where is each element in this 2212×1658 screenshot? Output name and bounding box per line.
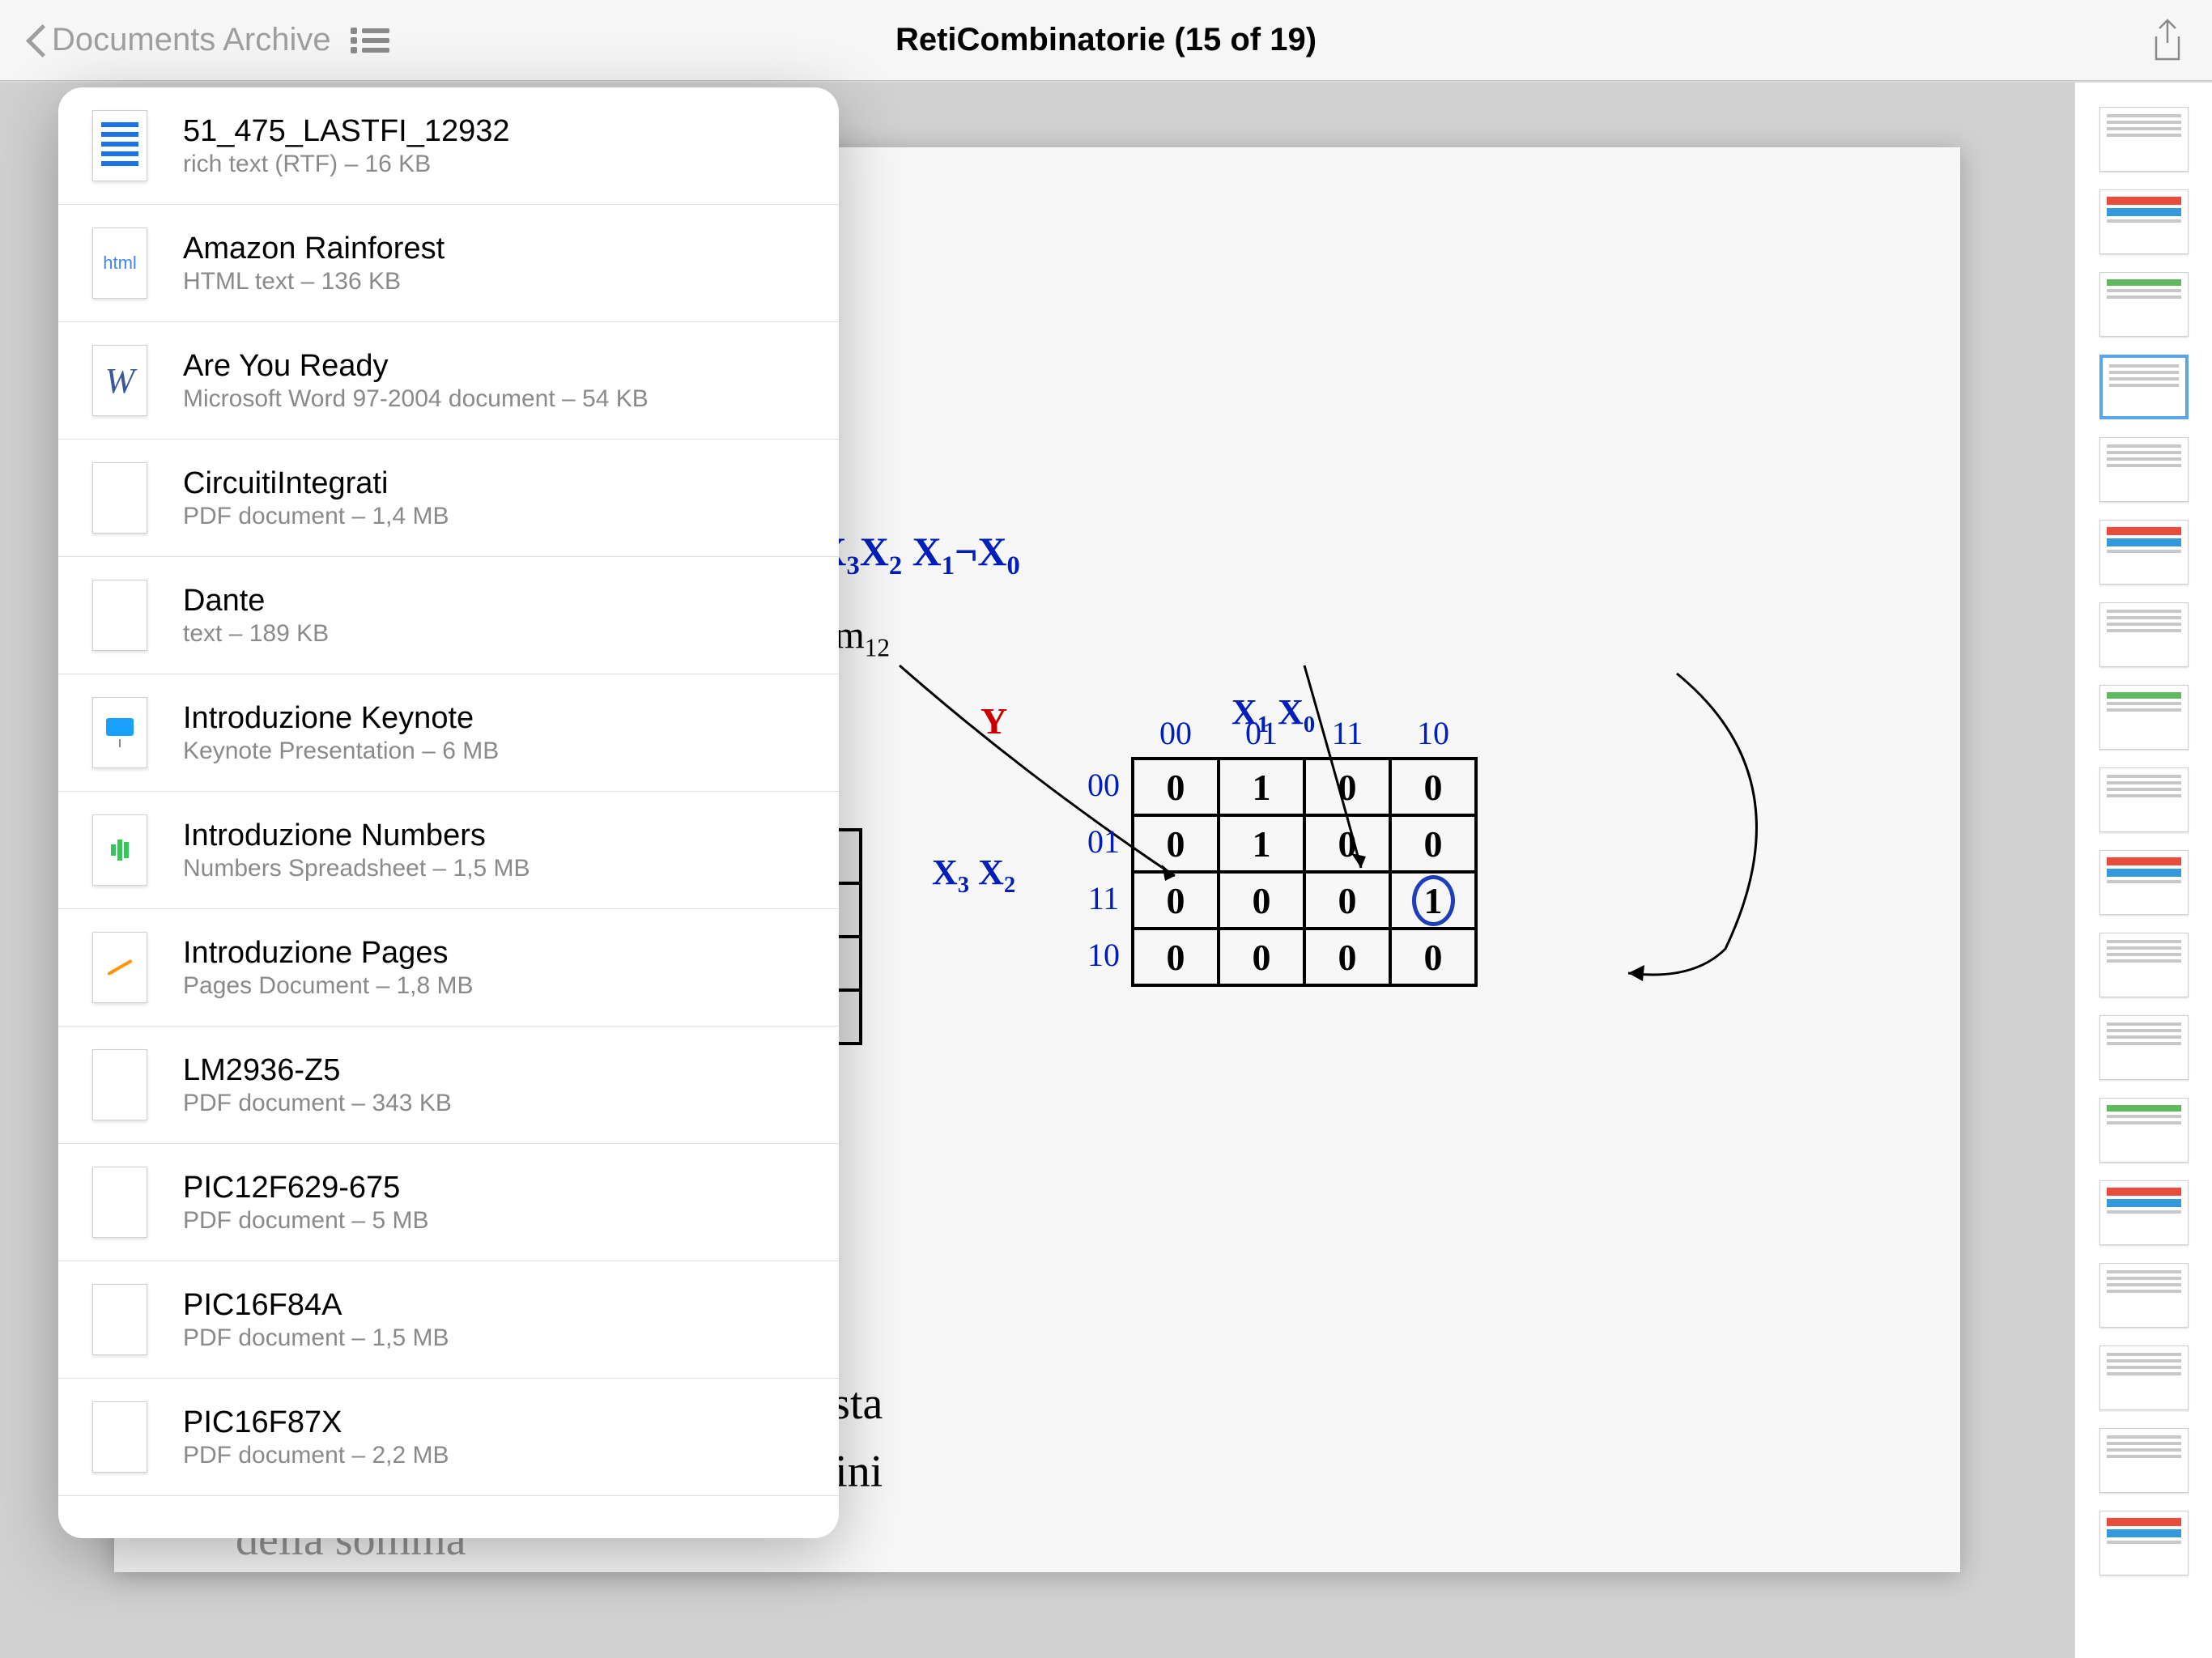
slide-thumb[interactable]: [2099, 1015, 2189, 1080]
file-thumb-icon: [81, 1046, 159, 1124]
file-thumb-icon: html: [81, 224, 159, 302]
slide-thumb[interactable]: [2099, 520, 2189, 585]
file-thumb-icon: [81, 929, 159, 1006]
file-thumb-icon: W: [81, 342, 159, 419]
slide-thumb[interactable]: [2099, 355, 2189, 419]
slide-thumb[interactable]: [2099, 1180, 2189, 1245]
file-subtitle: text – 189 KB: [183, 620, 329, 648]
file-title: CircuitiIntegrati: [183, 466, 449, 501]
file-subtitle: Pages Document – 1,8 MB: [183, 972, 474, 1000]
file-subtitle: Numbers Spreadsheet – 1,5 MB: [183, 855, 530, 882]
file-item[interactable]: Introduzione NumbersNumbers Spreadsheet …: [58, 792, 839, 909]
back-label: Documents Archive: [52, 22, 331, 58]
file-subtitle: rich text (RTF) – 16 KB: [183, 151, 510, 178]
slide-thumb[interactable]: [2099, 1428, 2189, 1493]
file-title: PIC16F84A: [183, 1288, 449, 1323]
kmap-y-label: Y: [981, 699, 1007, 742]
file-thumb-icon: [81, 576, 159, 654]
file-title: 51_475_LASTFI_12932: [183, 114, 510, 149]
file-thumb-icon: [81, 1163, 159, 1241]
slide-thumb[interactable]: [2099, 602, 2189, 667]
file-item[interactable]: CircuitiIntegratiPDF document – 1,4 MB: [58, 440, 839, 557]
file-item[interactable]: W Are You ReadyMicrosoft Word 97-2004 doc…: [58, 322, 839, 440]
file-title: LM2936-Z5: [183, 1053, 452, 1088]
file-subtitle: PDF document – 1,5 MB: [183, 1324, 449, 1352]
file-subtitle: Microsoft Word 97-2004 document – 54 KB: [183, 385, 649, 413]
karnaugh-map: Y X1 X0 X3 X2 00011110000100010100110001…: [1070, 714, 1478, 987]
slide-thumb[interactable]: [2099, 933, 2189, 997]
file-thumb-icon: [81, 1281, 159, 1358]
slide-thumb[interactable]: [2099, 189, 2189, 254]
file-title: Introduzione Numbers: [183, 818, 530, 853]
file-subtitle: PDF document – 1,4 MB: [183, 503, 449, 530]
slide-thumb[interactable]: [2099, 1511, 2189, 1575]
slide-thumb[interactable]: [2099, 767, 2189, 832]
back-button[interactable]: Documents Archive: [24, 21, 331, 60]
slide-thumb[interactable]: [2099, 107, 2189, 172]
toolbar: Documents Archive RetiCombinatorie (15 o…: [0, 0, 2212, 81]
file-title: Are You Ready: [183, 349, 649, 384]
file-subtitle: Keynote Presentation – 6 MB: [183, 738, 499, 765]
file-item[interactable]: Introduzione KeynoteKeynote Presentation…: [58, 674, 839, 792]
file-item[interactable]: PIC12F629-675PDF document – 5 MB: [58, 1144, 839, 1261]
file-title: Dante: [183, 584, 329, 619]
file-subtitle: HTML text – 136 KB: [183, 268, 445, 295]
slide-thumb[interactable]: [2099, 272, 2189, 337]
slide-thumb[interactable]: [2099, 850, 2189, 915]
slide-thumb[interactable]: [2099, 1346, 2189, 1410]
thumbnail-rail[interactable]: [2074, 83, 2212, 1658]
file-title: Amazon Rainforest: [183, 232, 445, 266]
file-subtitle: PDF document – 2,2 MB: [183, 1442, 449, 1469]
file-item[interactable]: Dantetext – 189 KB: [58, 557, 839, 674]
file-item[interactable]: Introduzione PagesPages Document – 1,8 M…: [58, 909, 839, 1027]
file-title: PIC16F87X: [183, 1405, 449, 1440]
kmap-col-header: X1 X0: [1231, 691, 1315, 738]
file-thumb-icon: [81, 694, 159, 772]
file-item[interactable]: html Amazon RainforestHTML text – 136 KB: [58, 205, 839, 322]
file-title: Introduzione Keynote: [183, 701, 499, 736]
file-thumb-icon: [81, 459, 159, 537]
share-icon: [2150, 19, 2185, 62]
file-subtitle: PDF document – 343 KB: [183, 1090, 452, 1117]
file-thumb-icon: [81, 811, 159, 889]
page-title: RetiCombinatorie (15 of 19): [895, 22, 1317, 57]
file-item[interactable]: PIC16F87XPDF document – 2,2 MB: [58, 1379, 839, 1496]
file-item[interactable]: PIC16F84APDF document – 1,5 MB: [58, 1261, 839, 1379]
slide-thumb[interactable]: [2099, 437, 2189, 502]
chevron-left-icon: [24, 21, 47, 60]
slide-thumb[interactable]: [2099, 685, 2189, 750]
file-title: Introduzione Pages: [183, 936, 474, 971]
file-title: PIC12F629-675: [183, 1171, 428, 1205]
document-list-toggle[interactable]: [347, 18, 393, 63]
file-thumb-icon: [81, 107, 159, 185]
kmap-row-header: X3 X2: [932, 852, 1015, 899]
slide-thumb[interactable]: [2099, 1098, 2189, 1163]
file-item[interactable]: LM2936-Z5PDF document – 343 KB: [58, 1027, 839, 1144]
file-subtitle: PDF document – 5 MB: [183, 1207, 428, 1235]
file-item[interactable]: 51_475_LASTFI_12932rich text (RTF) – 16 …: [58, 87, 839, 205]
slide-thumb[interactable]: [2099, 1263, 2189, 1328]
document-list-popover: 51_475_LASTFI_12932rich text (RTF) – 16 …: [58, 87, 839, 1538]
share-button[interactable]: [2147, 20, 2188, 61]
file-thumb-icon: [81, 1398, 159, 1476]
